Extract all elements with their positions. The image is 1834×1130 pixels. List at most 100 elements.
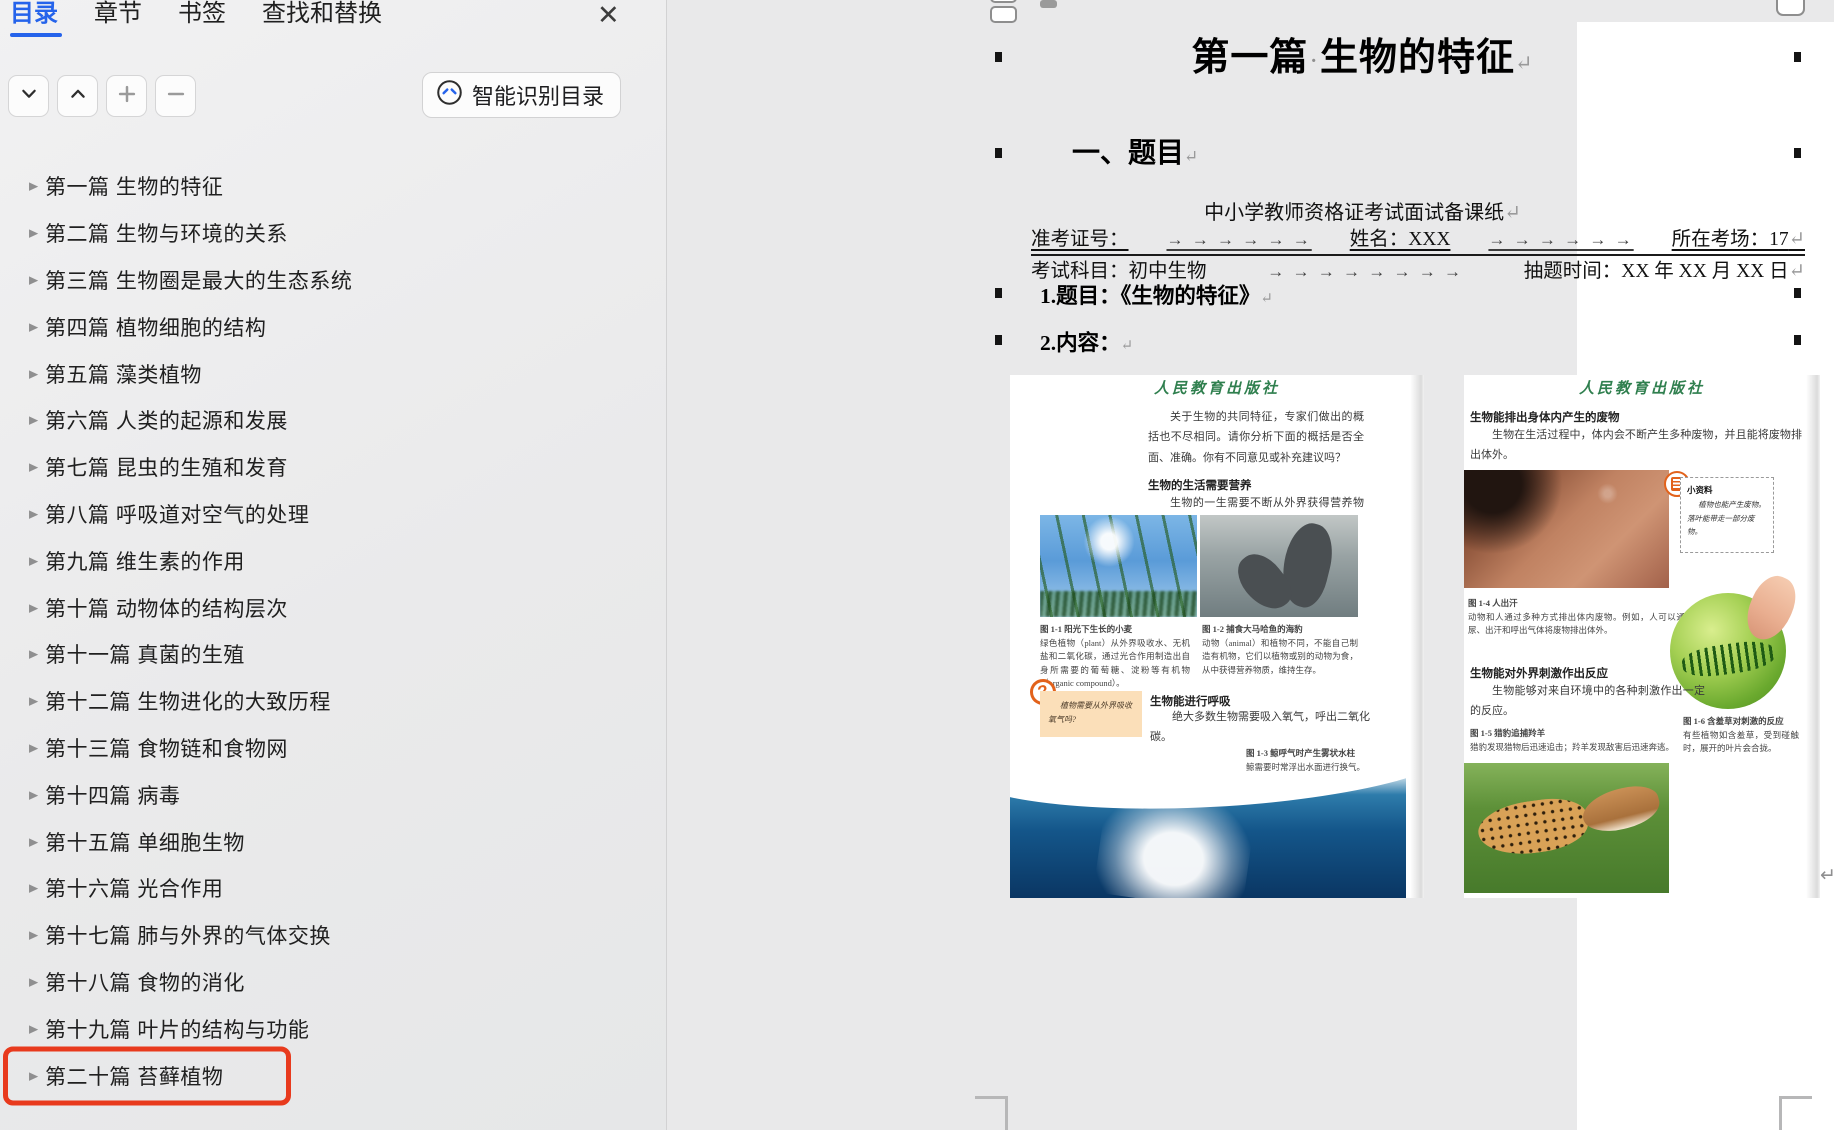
toc-item[interactable]: ▶第十九篇 叶片的结构与功能 xyxy=(0,1005,666,1052)
toc-item[interactable]: ▶第三篇 生物圈是最大的生态系统 xyxy=(0,257,666,304)
toc-item[interactable]: ▶第八篇 呼吸道对空气的处理 xyxy=(0,491,666,538)
section-heading-text: 一、题目 xyxy=(1072,138,1184,169)
expand-triangle-icon[interactable]: ▶ xyxy=(29,274,45,287)
info-box: 小资料 植物也能产生废物。落叶能带走一部分废物。 xyxy=(1680,477,1774,553)
question-box: 植物需要从外界吸收氧气吗? xyxy=(1040,691,1142,737)
expand-triangle-icon[interactable]: ▶ xyxy=(29,788,45,801)
frame-anchor-mark xyxy=(1794,52,1801,62)
draw-time-field: 抽题时间：XX 年 XX 月 XX 日↵ xyxy=(1524,254,1805,283)
toc-item[interactable]: ▶第九篇 维生素的作用 xyxy=(0,537,666,584)
frame-anchor-mark xyxy=(1794,288,1801,298)
toc-item-label: 第三篇 生物圈是最大的生态系统 xyxy=(45,265,352,295)
toc-item[interactable]: ▶第四篇 植物细胞的结构 xyxy=(0,303,666,350)
expand-triangle-icon[interactable]: ▶ xyxy=(29,929,45,942)
toc-item[interactable]: ▶第七篇 昆虫的生殖和发育 xyxy=(0,444,666,491)
doc-paper-title: 中小学教师资格证考试面试备课纸↵ xyxy=(910,196,1815,225)
toc-item[interactable]: ▶第十八篇 食物的消化 xyxy=(0,959,666,1006)
tab-marks: → → → → → → xyxy=(1488,230,1633,250)
page-gap-handle-icon xyxy=(1040,0,1057,8)
toc-item[interactable]: ▶第十二篇 生物进化的大致历程 xyxy=(0,678,666,725)
frame-anchor-mark xyxy=(995,288,1002,298)
expand-all-button[interactable] xyxy=(57,75,98,117)
topic-text: 1.题目：《生物的特征》 xyxy=(1040,284,1260,308)
toc-item-label: 第七篇 昆虫的生殖和发育 xyxy=(45,452,288,482)
toc-item-label: 第十八篇 食物的消化 xyxy=(45,967,245,997)
minus-icon xyxy=(166,84,186,109)
expand-triangle-icon[interactable]: ▶ xyxy=(29,1069,45,1082)
toc-item[interactable]: ▶第十三篇 食物链和食物网 xyxy=(0,725,666,772)
toc-item-label: 第十六篇 光合作用 xyxy=(45,873,223,903)
doc-content-line: 2.内容：↵ xyxy=(1040,326,1133,357)
toc-item[interactable]: ▶第十四篇 病毒 xyxy=(0,771,666,818)
textbook-page-right[interactable]: 人民教育出版社 生物能排出身体内产生的废物 生物在生活过程中，体内会不断产生多种… xyxy=(1464,375,1820,898)
doc-title-part1: 第一篇 xyxy=(1191,37,1308,79)
expand-triangle-icon[interactable]: ▶ xyxy=(29,554,45,567)
toc-item[interactable]: ▶第十七篇 肺与外界的气体交换 xyxy=(0,912,666,959)
expand-triangle-icon[interactable]: ▶ xyxy=(29,601,45,614)
frame-anchor-mark xyxy=(1794,335,1801,345)
tab-contents[interactable]: 目录 xyxy=(10,0,58,37)
toc-item[interactable]: ▶第二十篇 苔藓植物 xyxy=(0,1052,666,1099)
expand-triangle-icon[interactable]: ▶ xyxy=(29,742,45,755)
toc-item-label: 第六篇 人类的起源和发展 xyxy=(45,405,288,435)
toc-item[interactable]: ▶第六篇 人类的起源和发展 xyxy=(0,397,666,444)
expand-triangle-icon[interactable]: ▶ xyxy=(29,648,45,661)
toc-item[interactable]: ▶第十六篇 光合作用 xyxy=(0,865,666,912)
tab-find-replace-label: 查找和替换 xyxy=(262,0,382,27)
zoom-in-button[interactable] xyxy=(106,75,147,117)
expand-triangle-icon[interactable]: ▶ xyxy=(29,835,45,848)
expand-triangle-icon[interactable]: ▶ xyxy=(29,180,45,193)
book-text-breathing: 绝大多数生物需要吸入氧气，呼出二氧化碳。 xyxy=(1150,707,1370,748)
page-break-icon[interactable] xyxy=(990,0,1017,26)
caption-fig1-2: 图 1-2 捕食大马哈鱼的海豹动物（animal）和植物不同，不能自己制造有机物… xyxy=(1202,623,1358,677)
expand-triangle-icon[interactable]: ▶ xyxy=(29,882,45,895)
doc-chapter-title: 第一篇·生物的特征↵ xyxy=(910,26,1815,81)
toc-item-label: 第十二篇 生物进化的大致历程 xyxy=(45,686,331,716)
textbook-page-left[interactable]: 人民教育出版社 关于生物的共同特征，专家们做出的概括也不尽相同。请你分析下面的概… xyxy=(1010,375,1424,898)
paper-title-text: 中小学教师资格证考试面试备课纸 xyxy=(1204,202,1504,224)
expand-triangle-icon[interactable]: ▶ xyxy=(29,414,45,427)
toc-item-label: 第九篇 维生素的作用 xyxy=(45,546,245,576)
content-label: 2.内容： xyxy=(1040,331,1121,355)
venue-field: 所在考场：17↵ xyxy=(1672,222,1805,251)
expand-triangle-icon[interactable]: ▶ xyxy=(29,975,45,988)
toc-item[interactable]: ▶第一篇 生物的特征 xyxy=(0,163,666,210)
tab-bookmarks[interactable]: 书签 xyxy=(178,0,226,37)
toc-item[interactable]: ▶第五篇 藻类植物 xyxy=(0,350,666,397)
expand-triangle-icon[interactable]: ▶ xyxy=(29,461,45,474)
toc-item[interactable]: ▶第十篇 动物体的结构层次 xyxy=(0,584,666,631)
tab-chapters[interactable]: 章节 xyxy=(94,0,142,37)
caption-fig1-5: 图 1-5 猎豹追捕羚羊猎豹发现猎物后迅速追击；羚羊发现敌害后迅速奔逃。 xyxy=(1470,727,1702,754)
expand-triangle-icon[interactable]: ▶ xyxy=(29,227,45,240)
frame-anchor-mark xyxy=(995,52,1002,62)
expand-triangle-icon[interactable]: ▶ xyxy=(29,1022,45,1035)
toc-item[interactable]: ▶第十一篇 真菌的生殖 xyxy=(0,631,666,678)
toc-item-label: 第一篇 生物的特征 xyxy=(45,171,223,201)
collapse-all-button[interactable] xyxy=(8,75,49,117)
publisher-logo: 人民教育出版社 xyxy=(1010,377,1424,398)
tab-find-replace[interactable]: 查找和替换 xyxy=(262,0,382,37)
exam-form-row1: 准考证号： → → → → → → 姓名：XXX → → → → → → 所在考… xyxy=(1031,222,1805,256)
expand-triangle-icon[interactable]: ▶ xyxy=(29,508,45,521)
toc-toolbar: 智能识别目录 xyxy=(0,72,666,118)
expand-triangle-icon[interactable]: ▶ xyxy=(29,367,45,380)
tab-chapters-label: 章节 xyxy=(94,0,142,27)
tab-marks: → → → → → → → → xyxy=(1267,262,1463,282)
toc-item[interactable]: ▶第十五篇 单细胞生物 xyxy=(0,818,666,865)
page-corner-icon[interactable] xyxy=(1776,0,1805,16)
publisher-logo: 人民教育出版社 xyxy=(1464,377,1820,398)
admission-no-label: 准考证号： xyxy=(1031,222,1129,251)
return-mark: ↵ xyxy=(1121,338,1134,354)
close-icon[interactable]: ✕ xyxy=(597,2,620,29)
smart-recognize-toc-button[interactable]: 智能识别目录 xyxy=(422,72,621,118)
expand-triangle-icon[interactable]: ▶ xyxy=(29,320,45,333)
toc-item[interactable]: ▶第二篇 生物与环境的关系 xyxy=(0,210,666,257)
whale-photo xyxy=(1010,775,1406,898)
expand-triangle-icon[interactable]: ▶ xyxy=(29,695,45,708)
zoom-out-button[interactable] xyxy=(155,75,196,117)
tab-contents-label: 目录 xyxy=(10,0,58,27)
return-mark: ↵ xyxy=(1260,291,1273,307)
toc-item-label: 第十九篇 叶片的结构与功能 xyxy=(45,1014,309,1044)
smart-recognize-toc-label: 智能识别目录 xyxy=(472,79,604,111)
doc-topic-line: 1.题目：《生物的特征》↵ xyxy=(1040,279,1273,310)
